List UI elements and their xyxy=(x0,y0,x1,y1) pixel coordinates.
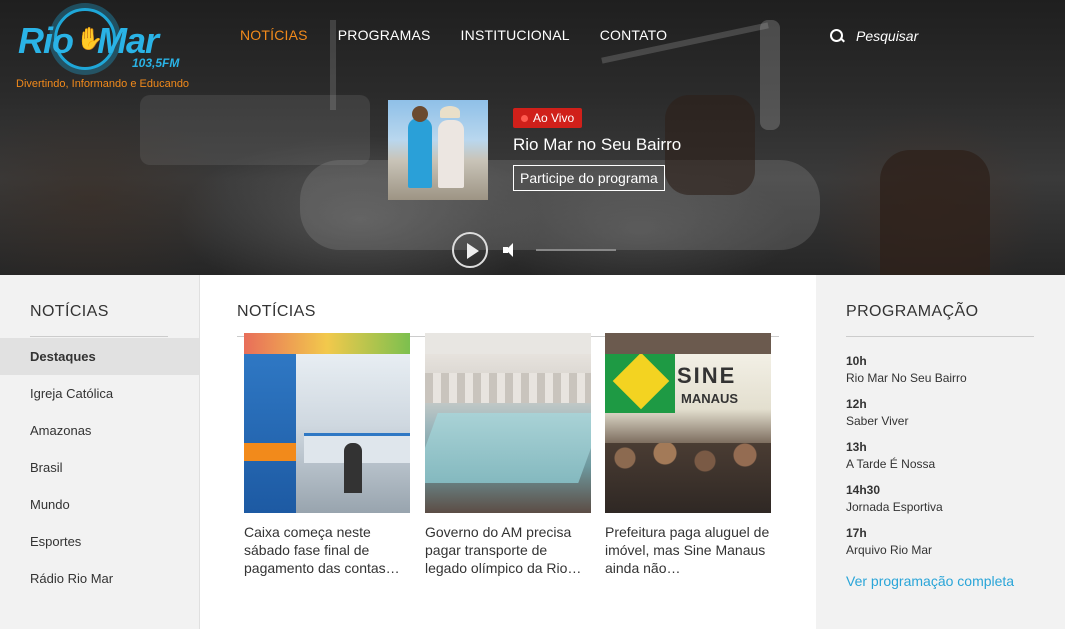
schedule-time: 12h xyxy=(846,397,867,411)
news-thumbnail[interactable] xyxy=(244,353,410,513)
schedule-item: 12h Saber Viver xyxy=(846,396,967,430)
schedule-program: Arquivo Rio Mar xyxy=(846,543,933,557)
sidebar-item-destaques[interactable]: Destaques xyxy=(0,338,199,375)
schedule-program: A Tarde É Nossa xyxy=(846,457,936,471)
nav-noticias[interactable]: NOTÍCIAS xyxy=(240,27,308,43)
news-card[interactable]: Caixa começa neste sábado fase final de … xyxy=(244,353,410,577)
schedule-time: 17h xyxy=(846,526,867,540)
news-title[interactable]: Prefeitura paga aluguel de imóvel, mas S… xyxy=(605,523,771,577)
schedule-title: PROGRAMAÇÃO xyxy=(846,303,979,320)
news-section: NOTÍCIAS Caixa começa neste sábado fase … xyxy=(200,275,816,629)
sidebar-item-radio-rio-mar[interactable]: Rádio Rio Mar xyxy=(0,560,199,597)
sidebar-item-mundo[interactable]: Mundo xyxy=(0,486,199,523)
volume-icon[interactable] xyxy=(503,242,521,258)
photo-stripe xyxy=(244,443,296,461)
divider xyxy=(30,336,168,337)
nav-programas[interactable]: PROGRAMAS xyxy=(338,27,431,43)
schedule-program: Jornada Esportiva xyxy=(846,500,943,514)
sidebar-item-igreja-catolica[interactable]: Igreja Católica xyxy=(0,375,199,412)
news-card[interactable]: Governo do AM precisa pagar transporte d… xyxy=(425,353,591,577)
schedule-item: 14h30 Jornada Esportiva xyxy=(846,482,967,516)
participate-button[interactable]: Participe do programa xyxy=(513,165,665,191)
photo-person xyxy=(344,443,362,493)
schedule-item: 13h A Tarde É Nossa xyxy=(846,439,967,473)
schedule-sidebar: PROGRAMAÇÃO 10h Rio Mar No Seu Bairro 12… xyxy=(816,275,1065,629)
site-logo[interactable]: Rio Mar ✋ 103,5FM Divertindo, Informando … xyxy=(14,8,194,93)
hand-icon: ✋ xyxy=(76,26,104,51)
category-list: Destaques Igreja Católica Amazonas Brasi… xyxy=(0,338,199,597)
photo-stands xyxy=(425,373,591,403)
schedule-list: 10h Rio Mar No Seu Bairro 12h Saber Vive… xyxy=(846,353,967,568)
photo-person xyxy=(438,120,464,188)
news-thumbnail[interactable]: SINE MANAUS xyxy=(605,353,771,513)
now-playing-thumbnail[interactable] xyxy=(388,100,488,200)
logo-slogan: Divertindo, Informando e Educando xyxy=(16,78,190,90)
photo-crowd xyxy=(605,443,771,513)
photo-sign-text: MANAUS xyxy=(681,391,739,406)
main-nav: NOTÍCIAS PROGRAMAS INSTITUCIONAL CONTATO xyxy=(240,27,667,43)
photo-person xyxy=(408,118,432,188)
logo-frequency: 103,5FM xyxy=(132,56,180,70)
schedule-time: 14h30 xyxy=(846,483,881,497)
news-thumbnail[interactable] xyxy=(244,333,410,354)
sidebar-title: NOTÍCIAS xyxy=(30,303,109,320)
news-thumbnail[interactable] xyxy=(425,333,591,354)
photo-hat xyxy=(440,106,460,118)
microphone xyxy=(760,20,780,130)
photo-pool xyxy=(425,413,591,483)
news-title[interactable]: Caixa começa neste sábado fase final de … xyxy=(244,523,410,577)
nav-institucional[interactable]: INSTITUCIONAL xyxy=(461,27,570,43)
schedule-item: 10h Rio Mar No Seu Bairro xyxy=(846,353,967,387)
live-badge: Ao Vivo xyxy=(513,108,583,128)
news-thumbnail[interactable] xyxy=(605,333,771,354)
photo-head xyxy=(412,106,428,122)
photo-sign-text: SINE xyxy=(677,363,737,388)
hero-banner: Rio Mar ✋ 103,5FM Divertindo, Informando … xyxy=(0,0,1065,275)
photo-panel xyxy=(244,353,296,513)
schedule-time: 13h xyxy=(846,440,867,454)
news-thumbnail[interactable] xyxy=(425,353,591,513)
sidebar-item-brasil[interactable]: Brasil xyxy=(0,449,199,486)
schedule-program: Rio Mar No Seu Bairro xyxy=(846,371,967,385)
search-label: Pesquisar xyxy=(856,28,919,44)
nav-contato[interactable]: CONTATO xyxy=(600,27,668,43)
news-card[interactable]: SINE MANAUS Prefeitura paga aluguel de i… xyxy=(605,353,771,577)
studio-chair xyxy=(880,150,990,275)
full-schedule-link[interactable]: Ver programação completa xyxy=(846,573,1014,589)
volume-slider[interactable] xyxy=(536,249,616,251)
schedule-item: 17h Arquivo Rio Mar xyxy=(846,525,967,559)
sidebar-item-esportes[interactable]: Esportes xyxy=(0,523,199,560)
news-title[interactable]: Governo do AM precisa pagar transporte d… xyxy=(425,523,591,577)
search-icon xyxy=(828,27,846,45)
category-sidebar: NOTÍCIAS Destaques Igreja Católica Amazo… xyxy=(0,275,200,629)
schedule-time: 10h xyxy=(846,354,867,368)
sidebar-item-amazonas[interactable]: Amazonas xyxy=(0,412,199,449)
section-title: NOTÍCIAS xyxy=(237,303,316,320)
schedule-program: Saber Viver xyxy=(846,414,909,428)
play-icon[interactable] xyxy=(452,232,488,268)
now-playing-title[interactable]: Rio Mar no Seu Bairro xyxy=(513,135,681,155)
search-button[interactable]: Pesquisar xyxy=(828,27,918,45)
divider xyxy=(846,336,1034,337)
